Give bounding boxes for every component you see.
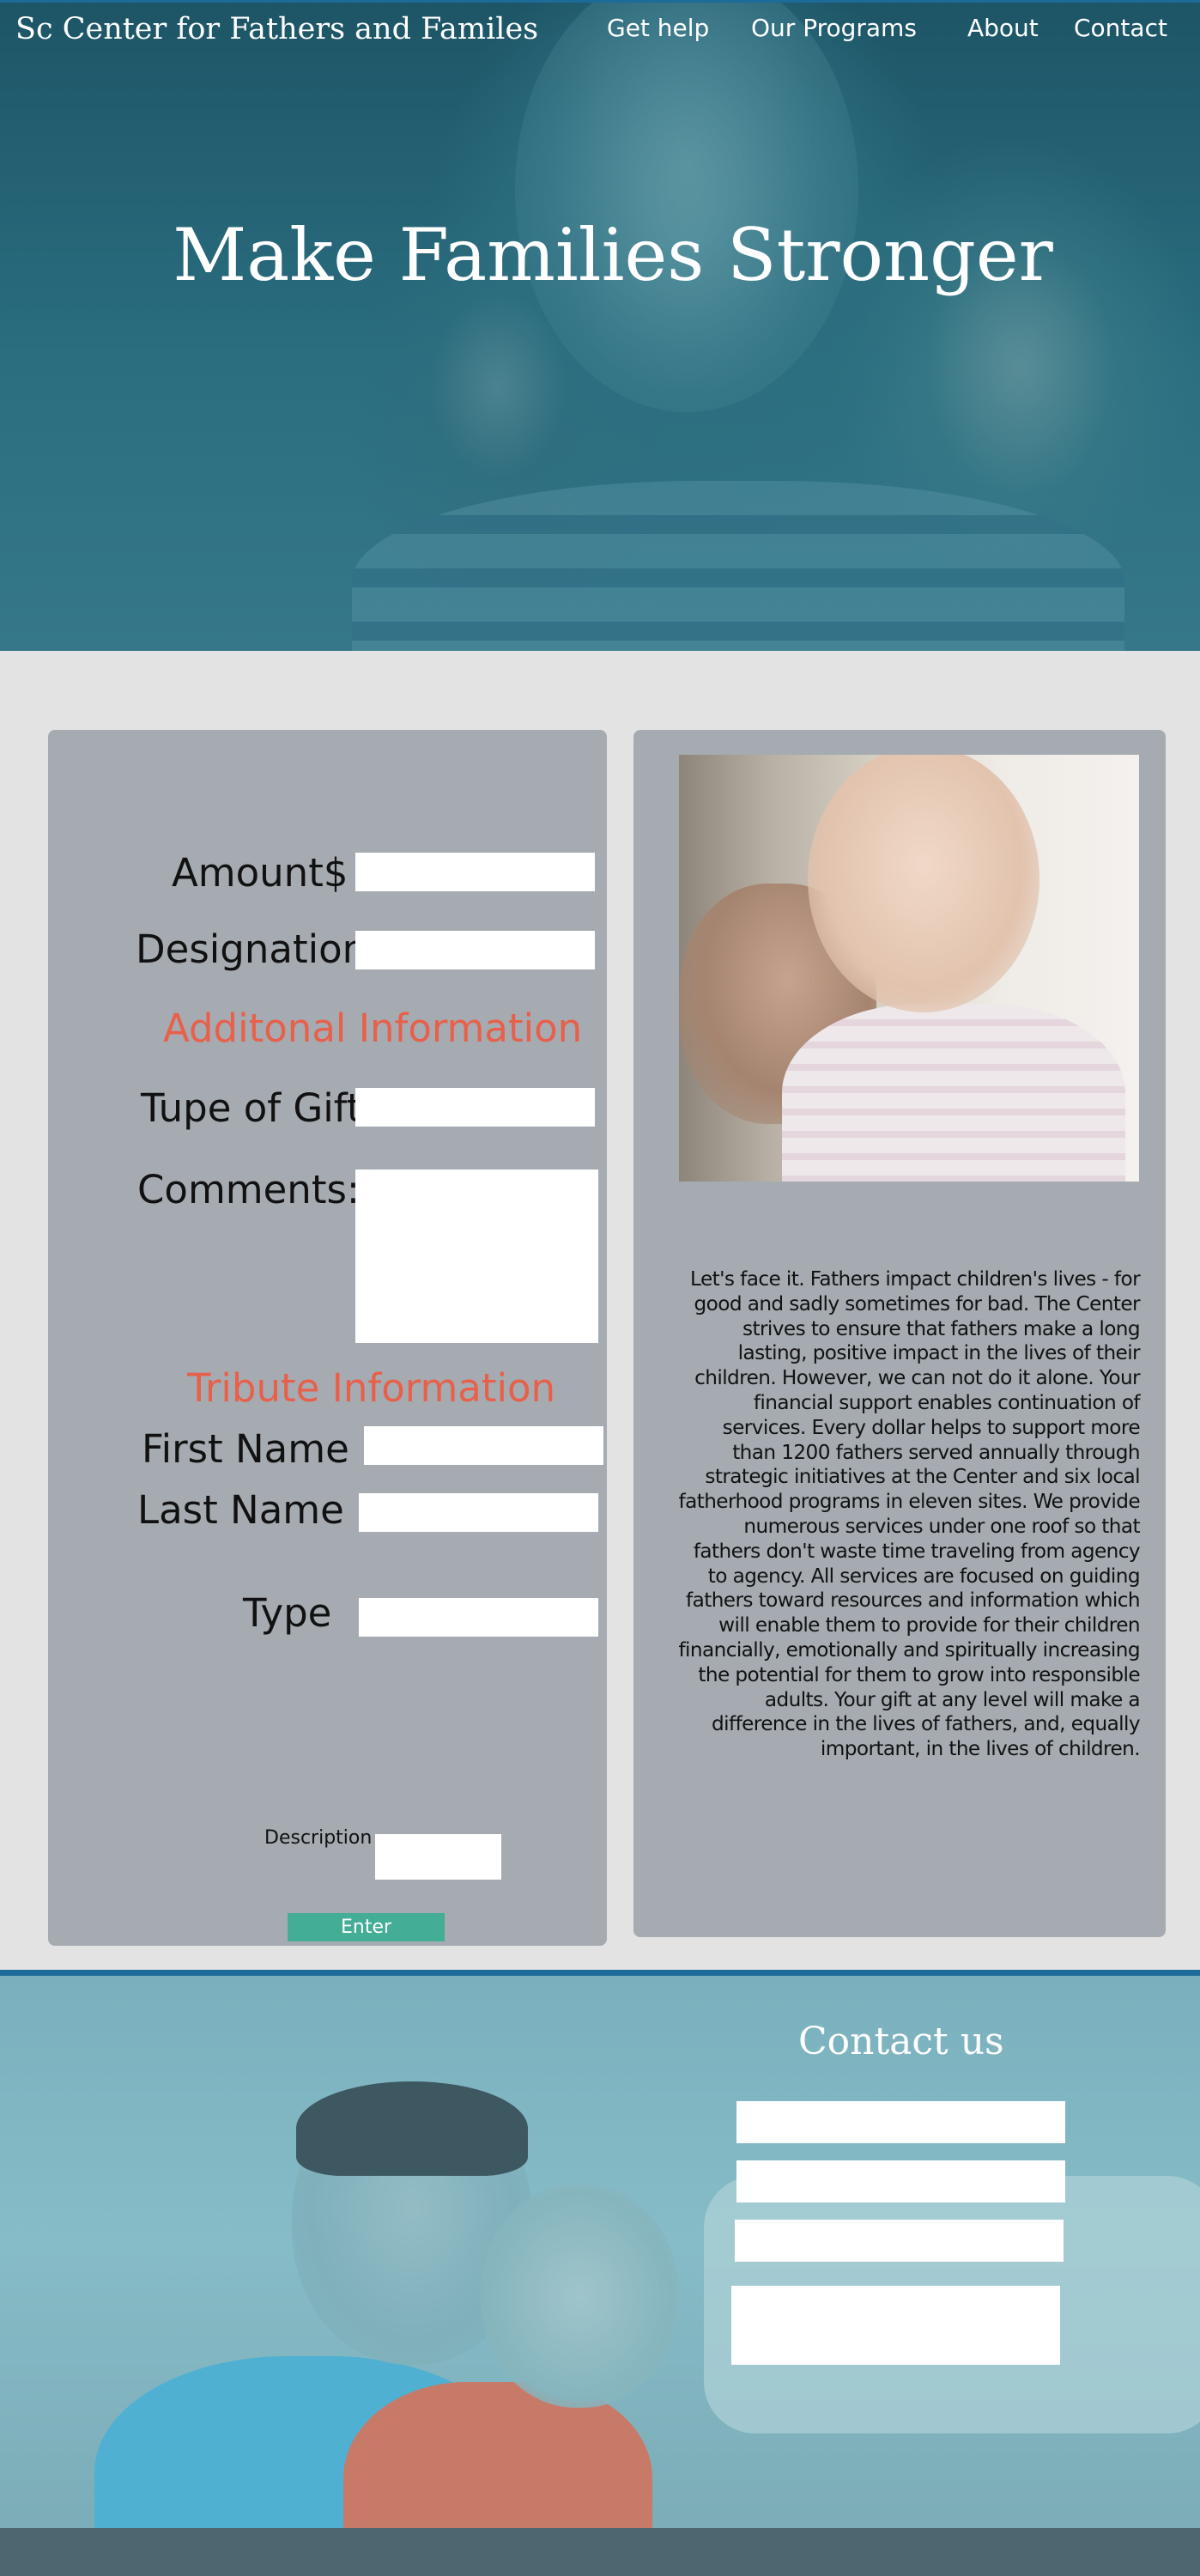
nav-contact[interactable]: Contact (1074, 14, 1167, 42)
type-label: Type (243, 1590, 332, 1636)
tribute-info-heading: Tribute Information (187, 1365, 556, 1411)
hero-child-shirt (352, 481, 1124, 651)
contact-field-2[interactable] (736, 2160, 1065, 2202)
first-name-label: First Name (142, 1426, 349, 1472)
nav-about[interactable]: About (967, 14, 1039, 42)
comments-textarea[interactable] (355, 1170, 598, 1343)
contact-field-1[interactable] (736, 2101, 1065, 2143)
hero-heading: Make Families Stronger (173, 213, 1053, 297)
additional-info-heading: Additonal Information (163, 1005, 583, 1051)
amount-input[interactable] (355, 853, 595, 891)
comments-label: Comments: (137, 1167, 361, 1212)
footer-table (0, 2528, 1200, 2576)
last-name-input[interactable] (359, 1493, 598, 1532)
top-border (0, 0, 1200, 3)
type-input[interactable] (359, 1598, 598, 1637)
contact-footer (0, 1970, 1200, 2576)
contact-heading: Contact us (798, 2020, 1004, 2063)
baby-face (808, 755, 1039, 1012)
designation-input[interactable] (355, 931, 595, 969)
contact-message-textarea[interactable] (731, 2286, 1060, 2365)
description-label: Description (264, 1827, 373, 1849)
type-of-gift-label: Tupe of Gift (141, 1085, 362, 1131)
hero-banner (0, 0, 1200, 651)
first-name-input[interactable] (364, 1426, 603, 1465)
footer-boy-face (481, 2184, 678, 2408)
type-of-gift-input[interactable] (355, 1088, 595, 1127)
amount-label: Amount$ (172, 850, 348, 896)
nav-get-help[interactable]: Get help (607, 14, 709, 42)
designation-label: Designation (136, 927, 367, 972)
about-paragraph: Let's face it. Fathers impact children's… (678, 1267, 1140, 1761)
footer-father-hair (296, 2081, 528, 2176)
hero-background-figure (429, 292, 567, 481)
hero-child-photo (515, 0, 858, 412)
nav-our-programs[interactable]: Our Programs (751, 14, 917, 42)
site-title[interactable]: Sc Center for Fathers and Familes (15, 12, 538, 46)
baby-shirt (782, 1004, 1125, 1182)
enter-button[interactable]: Enter (288, 1913, 445, 1941)
father-baby-photo (679, 755, 1139, 1182)
description-input[interactable] (375, 1834, 501, 1880)
footer-top-border (0, 1970, 1200, 1976)
last-name-label: Last Name (137, 1487, 344, 1533)
contact-field-3[interactable] (735, 2220, 1064, 2262)
